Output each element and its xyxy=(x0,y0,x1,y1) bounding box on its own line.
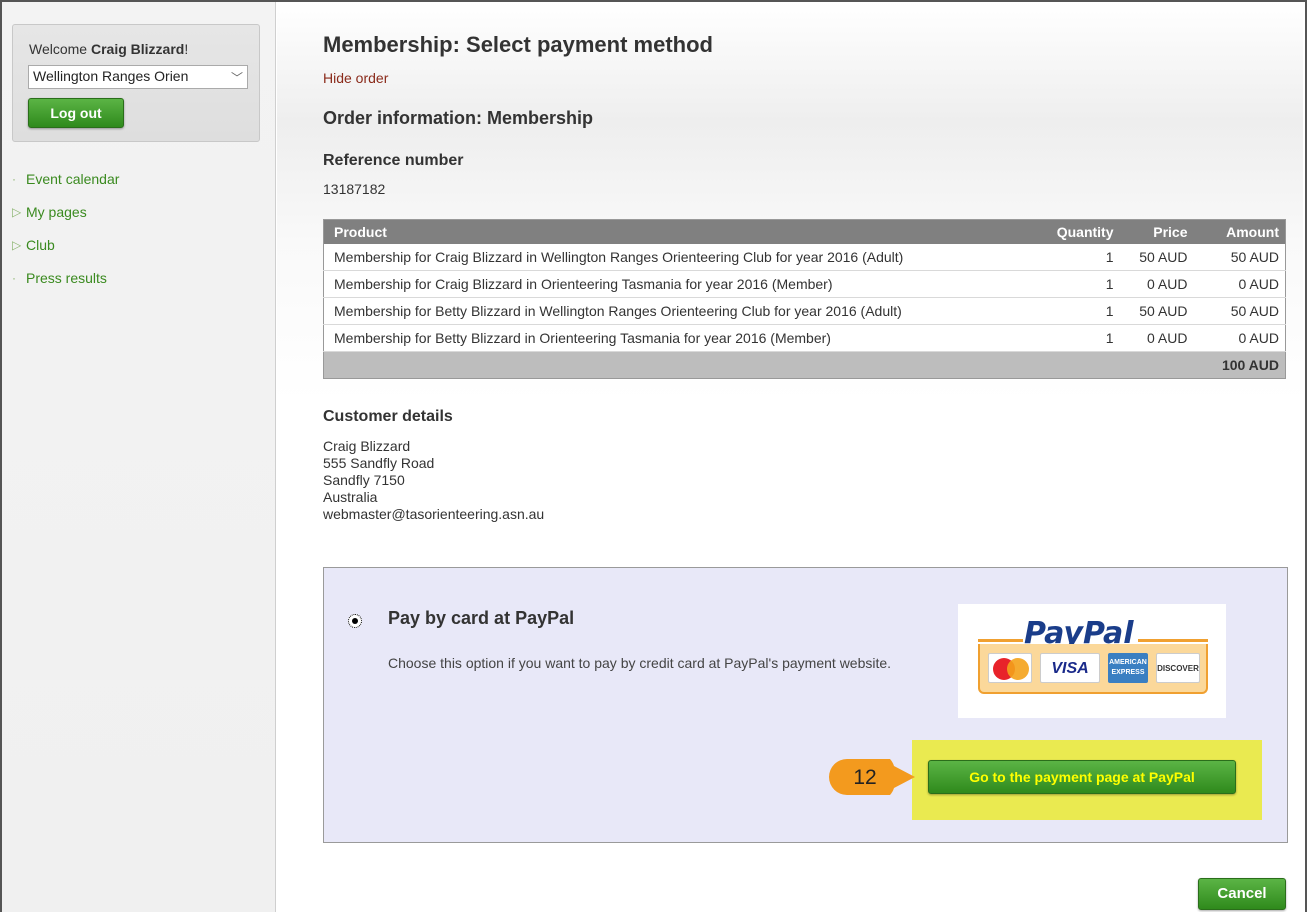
order-table: Product Quantity Price Amount Membership… xyxy=(323,219,1286,379)
bullet-icon: · xyxy=(12,171,16,186)
sidebar-item-label: Club xyxy=(26,236,55,253)
cell-amount: 50 AUD xyxy=(1193,243,1286,271)
visa-icon: VISA xyxy=(1040,653,1100,683)
club-select[interactable]: Wellington Ranges Orien ﹀ xyxy=(28,65,248,89)
amex-icon: AMERICAN EXPRESS xyxy=(1108,653,1148,683)
customer-name: Craig Blizzard xyxy=(323,438,411,454)
cell-quantity: 1 xyxy=(1023,243,1120,271)
cell-product: Membership for Betty Blizzard in Oriente… xyxy=(323,324,1024,352)
sidebar-item-club[interactable]: ▷ Club xyxy=(12,228,119,261)
col-product: Product xyxy=(323,219,1024,244)
cell-price: 50 AUD xyxy=(1119,297,1194,325)
hide-order-link[interactable]: Hide order xyxy=(323,70,388,86)
club-select-value: Wellington Ranges Orien xyxy=(33,68,189,84)
bullet-icon: · xyxy=(12,270,16,285)
expand-arrow-icon: ▷ xyxy=(12,204,22,219)
cancel-button[interactable]: Cancel xyxy=(1198,878,1286,910)
cell-quantity: 1 xyxy=(1023,297,1120,325)
customer-city: Sandfly 7150 xyxy=(323,472,405,488)
customer-details: Craig Blizzard 555 Sandfly Road Sandfly … xyxy=(323,438,544,523)
paypal-radio[interactable] xyxy=(348,614,362,628)
reference-label: Reference number xyxy=(323,152,464,169)
table-row: Membership for Betty Blizzard in Oriente… xyxy=(323,324,1286,352)
payment-option-description: Choose this option if you want to pay by… xyxy=(388,655,892,671)
order-heading: Order information: Membership xyxy=(323,108,594,128)
col-quantity: Quantity xyxy=(1023,219,1120,244)
card-logos: VISA AMERICAN EXPRESS DISCOVER xyxy=(978,644,1208,694)
sidebar-item-press-results[interactable]: · Press results xyxy=(12,261,119,294)
total-amount: 100 AUD xyxy=(1193,351,1286,379)
reference-value: 13187182 xyxy=(323,181,386,197)
welcome-suffix: ! xyxy=(184,41,189,57)
cell-amount: 50 AUD xyxy=(1193,297,1286,325)
cell-product: Membership for Craig Blizzard in Oriente… xyxy=(323,270,1024,298)
logout-button[interactable]: Log out xyxy=(28,98,124,128)
welcome-text: Welcome Craig Blizzard! xyxy=(29,41,188,57)
cell-amount: 0 AUD xyxy=(1193,324,1286,352)
sidebar-item-label: Event calendar xyxy=(26,170,120,187)
sidebar-nav: · Event calendar ▷ My pages ▷ Club · Pre… xyxy=(12,162,119,294)
main-content: Membership: Select payment method Hide o… xyxy=(277,2,1303,912)
customer-email: webmaster@tasorienteering.asn.au xyxy=(323,506,545,522)
table-total-row: 100 AUD xyxy=(323,351,1286,379)
expand-arrow-icon: ▷ xyxy=(12,237,22,252)
welcome-box: Welcome Craig Blizzard! Wellington Range… xyxy=(12,24,260,142)
sidebar-item-label: My pages xyxy=(26,203,87,220)
cell-quantity: 1 xyxy=(1023,270,1120,298)
step-callout: 12 xyxy=(829,759,915,795)
discover-icon: DISCOVER xyxy=(1156,653,1200,683)
customer-street: 555 Sandfly Road xyxy=(323,455,435,471)
cell-quantity: 1 xyxy=(1023,324,1120,352)
payment-option-box: Pay by card at PayPal Choose this option… xyxy=(323,567,1288,843)
col-amount: Amount xyxy=(1193,219,1286,244)
go-to-paypal-button[interactable]: Go to the payment page at PayPal xyxy=(928,760,1236,794)
paypal-logo: PayPal VISA AMERICAN EXPRESS DISCOVER xyxy=(958,604,1226,718)
welcome-prefix: Welcome xyxy=(29,41,91,57)
chevron-down-icon: ﹀ xyxy=(230,71,243,85)
mastercard-icon xyxy=(988,653,1032,683)
cell-product: Membership for Craig Blizzard in Welling… xyxy=(323,243,1024,271)
payment-option-title: Pay by card at PayPal xyxy=(388,608,575,628)
col-price: Price xyxy=(1119,219,1194,244)
customer-details-heading: Customer details xyxy=(323,408,453,425)
sidebar-item-my-pages[interactable]: ▷ My pages xyxy=(12,195,119,228)
callout-number: 12 xyxy=(853,766,876,789)
table-header-row: Product Quantity Price Amount xyxy=(323,219,1286,244)
table-row: Membership for Craig Blizzard in Oriente… xyxy=(323,270,1286,298)
user-name: Craig Blizzard xyxy=(90,41,185,57)
page-title: Membership: Select payment method xyxy=(323,32,713,57)
cell-product: Membership for Betty Blizzard in Welling… xyxy=(323,297,1024,325)
cell-price: 0 AUD xyxy=(1119,270,1194,298)
table-row: Membership for Betty Blizzard in Welling… xyxy=(323,297,1286,325)
cell-price: 50 AUD xyxy=(1119,243,1194,271)
sidebar: Welcome Craig Blizzard! Wellington Range… xyxy=(2,2,276,912)
customer-country: Australia xyxy=(323,489,378,505)
sidebar-item-label: Press results xyxy=(26,269,107,286)
table-row: Membership for Craig Blizzard in Welling… xyxy=(323,243,1286,271)
cell-price: 0 AUD xyxy=(1119,324,1194,352)
cell-amount: 0 AUD xyxy=(1193,270,1286,298)
sidebar-item-event-calendar[interactable]: · Event calendar xyxy=(12,162,119,195)
